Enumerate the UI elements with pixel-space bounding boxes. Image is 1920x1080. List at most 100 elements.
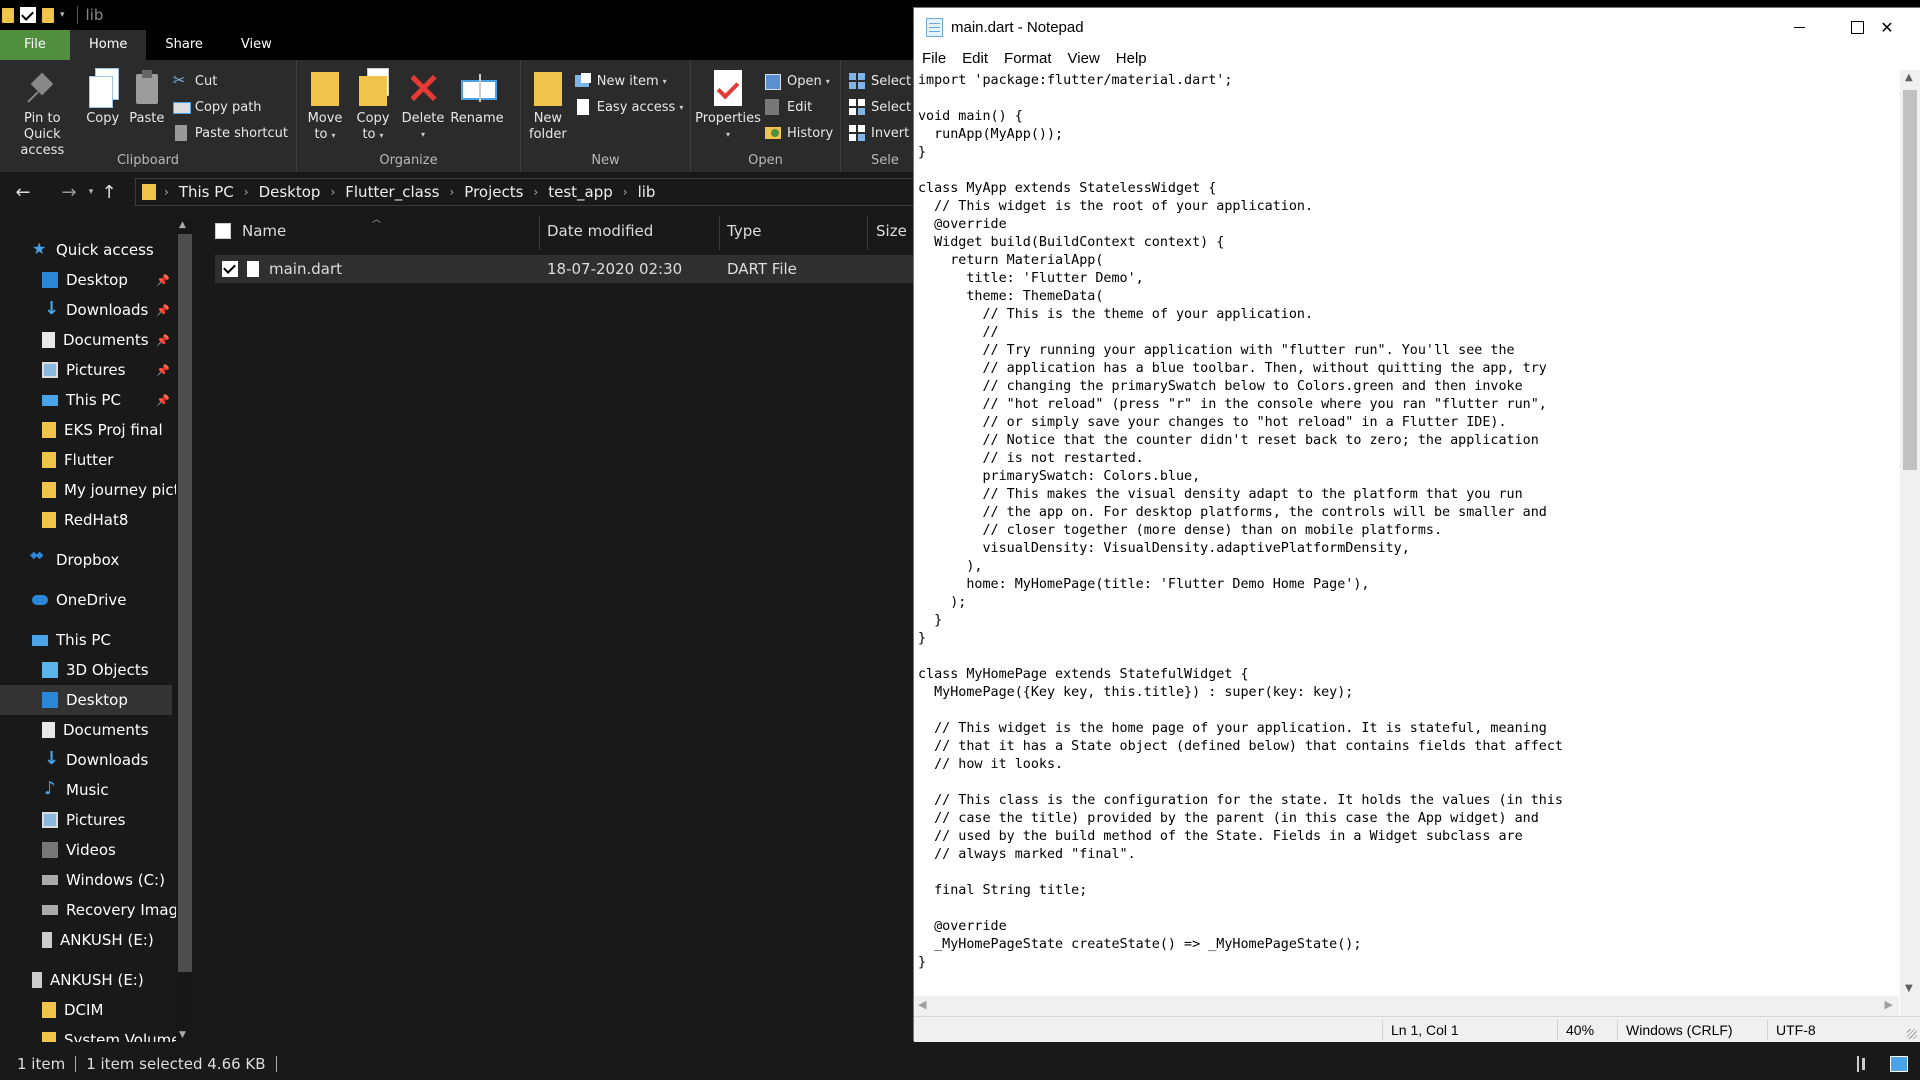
- forward-arrow-icon[interactable]: →: [54, 177, 84, 207]
- file-content[interactable]: import 'package:flutter/material.dart'; …: [918, 72, 1563, 972]
- nav-redhat8[interactable]: RedHat8: [0, 505, 176, 535]
- column-divider[interactable]: [539, 216, 540, 250]
- select-all-button[interactable]: Select: [849, 68, 911, 94]
- nav-downloads[interactable]: Downloads: [0, 745, 176, 775]
- new-item-button[interactable]: New item ▾: [574, 68, 684, 94]
- close-button[interactable]: [1858, 8, 1916, 46]
- nav-documents[interactable]: Documents: [0, 715, 176, 745]
- nav-flutter[interactable]: Flutter: [0, 445, 176, 475]
- nav-3d-objects[interactable]: 3D Objects: [0, 655, 176, 685]
- invert-selection-button[interactable]: Invert: [849, 120, 911, 146]
- nav-system-volume[interactable]: System Volume I: [0, 1025, 176, 1042]
- copy-path-button[interactable]: Copy path: [172, 94, 288, 120]
- up-arrow-icon[interactable]: ↑: [98, 177, 120, 207]
- scroll-up-arrow-icon[interactable]: ▲: [179, 220, 186, 230]
- nav-pictures[interactable]: Pictures: [0, 805, 176, 835]
- table-row[interactable]: main.dart 18-07-2020 02:30 DART File: [215, 255, 930, 283]
- nav-qa-desktop[interactable]: Desktop 📌: [0, 265, 176, 295]
- minimize-button[interactable]: [1770, 8, 1828, 46]
- breadcrumb-this-pc[interactable]: This PC: [179, 183, 234, 201]
- nav-qa-downloads[interactable]: Downloads 📌: [0, 295, 176, 325]
- scrollbar-thumb[interactable]: [1903, 90, 1917, 470]
- customize-toolbar-chevron-icon[interactable]: ▾: [60, 10, 65, 20]
- scroll-left-arrow-icon[interactable]: ◀: [918, 998, 926, 1011]
- nav-desktop[interactable]: Desktop: [0, 685, 172, 715]
- paste-shortcut-label: Paste shortcut: [194, 125, 288, 141]
- notepad-titlebar[interactable]: main.dart - Notepad: [914, 8, 1920, 46]
- back-arrow-icon[interactable]: ←: [8, 177, 38, 207]
- chevron-right-icon[interactable]: ›: [244, 185, 249, 199]
- nav-this-pc[interactable]: This PC: [0, 625, 176, 655]
- tab-home[interactable]: Home: [70, 30, 147, 60]
- select-none-icon: [849, 99, 865, 115]
- nav-label: DCIM: [64, 1001, 104, 1019]
- nav-onedrive[interactable]: OneDrive: [0, 585, 176, 615]
- scroll-up-arrow-icon[interactable]: ▲: [1905, 72, 1913, 83]
- scrollbar-thumb[interactable]: [178, 234, 192, 972]
- row-checkbox[interactable]: [222, 261, 238, 277]
- breadcrumb-lib[interactable]: lib: [638, 183, 656, 201]
- chevron-right-icon[interactable]: ›: [164, 185, 169, 199]
- column-header-name[interactable]: Name: [242, 212, 286, 250]
- editor-horizontal-scrollbar[interactable]: ◀ ▶: [914, 996, 1899, 1016]
- history-button[interactable]: History: [765, 120, 833, 146]
- tab-file[interactable]: File: [0, 30, 70, 60]
- large-icons-view-icon[interactable]: [1890, 1056, 1908, 1072]
- details-view-icon[interactable]: [1857, 1056, 1875, 1072]
- chevron-right-icon[interactable]: ›: [623, 185, 628, 199]
- scroll-down-arrow-icon[interactable]: ▼: [179, 1030, 186, 1040]
- tab-share[interactable]: Share: [146, 30, 222, 60]
- select-all-checkbox[interactable]: [215, 223, 231, 239]
- menu-edit[interactable]: Edit: [954, 48, 996, 70]
- scroll-down-arrow-icon[interactable]: ▼: [1905, 983, 1913, 994]
- history-icon: [765, 125, 781, 141]
- nav-ankush-e-root[interactable]: ANKUSH (E:): [0, 965, 176, 995]
- properties-quick-icon[interactable]: [20, 7, 36, 23]
- menu-format[interactable]: Format: [996, 48, 1060, 70]
- recent-locations-chevron-icon[interactable]: ▾: [84, 187, 98, 197]
- column-divider[interactable]: [719, 216, 720, 250]
- 3d-objects-icon: [42, 662, 58, 678]
- nav-qa-pictures[interactable]: Pictures 📌: [0, 355, 176, 385]
- chevron-right-icon[interactable]: ›: [449, 185, 454, 199]
- column-header-date[interactable]: Date modified: [547, 212, 653, 250]
- breadcrumb-desktop[interactable]: Desktop: [259, 183, 321, 201]
- edit-button[interactable]: Edit: [765, 94, 833, 120]
- menu-help[interactable]: Help: [1108, 48, 1155, 70]
- column-divider[interactable]: [867, 216, 868, 250]
- nav-dcim[interactable]: DCIM: [0, 995, 176, 1025]
- navigation-scrollbar[interactable]: ▲ ▼: [176, 218, 194, 1042]
- nav-qa-documents[interactable]: Documents 📌: [0, 325, 176, 355]
- nav-quick-access[interactable]: Quick access: [0, 235, 176, 265]
- breadcrumb-flutter-class[interactable]: Flutter_class: [345, 183, 439, 201]
- nav-eks-proj-final[interactable]: EKS Proj final: [0, 415, 176, 445]
- menu-view[interactable]: View: [1060, 48, 1108, 70]
- chevron-right-icon[interactable]: ›: [533, 185, 538, 199]
- nav-ankush-e[interactable]: ANKUSH (E:): [0, 925, 176, 955]
- tab-view[interactable]: View: [222, 30, 291, 60]
- paste-shortcut-button[interactable]: Paste shortcut: [173, 120, 288, 146]
- nav-music[interactable]: Music: [0, 775, 176, 805]
- nav-videos[interactable]: Videos: [0, 835, 176, 865]
- select-none-button[interactable]: Select: [849, 94, 911, 120]
- nav-windows-c[interactable]: Windows (C:): [0, 865, 176, 895]
- menu-file[interactable]: File: [914, 48, 954, 70]
- column-header-size[interactable]: Size: [876, 212, 907, 250]
- notepad-text-area[interactable]: import 'package:flutter/material.dart'; …: [914, 70, 1899, 996]
- clipboard-group: Pin to Quick access Copy Paste Cut Copy …: [0, 60, 297, 172]
- resize-grip-icon[interactable]: [1907, 1029, 1917, 1039]
- breadcrumb-projects[interactable]: Projects: [464, 183, 523, 201]
- nav-my-journey[interactable]: My journey pictu: [0, 475, 176, 505]
- nav-dropbox[interactable]: Dropbox: [0, 545, 176, 575]
- open-button[interactable]: Open ▾: [765, 68, 833, 94]
- editor-vertical-scrollbar[interactable]: ▲ ▼: [1900, 70, 1920, 996]
- column-header-type[interactable]: Type: [727, 212, 761, 250]
- easy-access-button[interactable]: Easy access ▾: [575, 94, 683, 120]
- new-folder-quick-icon[interactable]: [42, 7, 54, 23]
- nav-recovery-image[interactable]: Recovery Image: [0, 895, 176, 925]
- nav-qa-this-pc[interactable]: This PC 📌: [0, 385, 176, 415]
- cut-button[interactable]: Cut: [173, 68, 288, 94]
- chevron-right-icon[interactable]: ›: [330, 185, 335, 199]
- scroll-right-arrow-icon[interactable]: ▶: [1885, 998, 1893, 1011]
- breadcrumb-test-app[interactable]: test_app: [548, 183, 613, 201]
